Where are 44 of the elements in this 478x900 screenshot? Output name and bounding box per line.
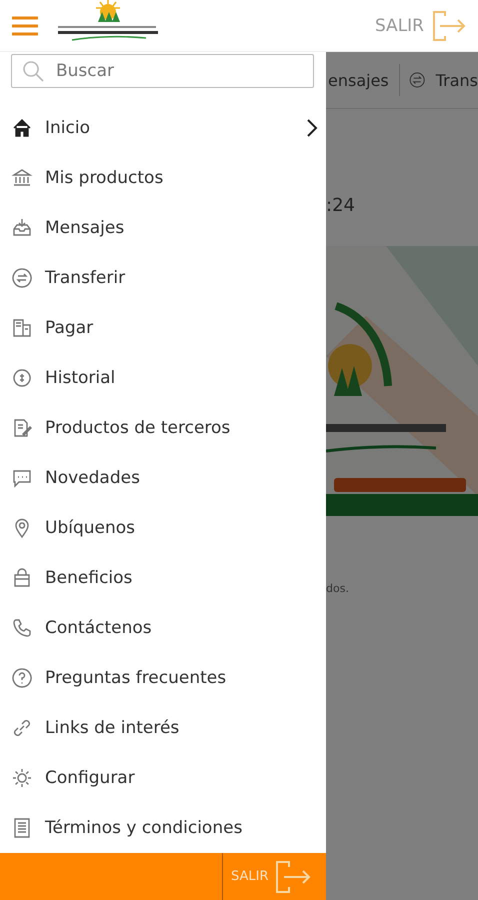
transfer-icon	[11, 267, 33, 289]
gear-icon	[11, 767, 33, 789]
note-text: dos.	[326, 582, 350, 595]
search-field[interactable]: Buscar	[11, 54, 314, 88]
menu-icon[interactable]	[12, 16, 38, 36]
menu-label: Transferir	[45, 268, 126, 288]
menu-item[interactable]: Productos de terceros	[0, 403, 326, 453]
exit-icon	[432, 10, 466, 42]
menu-label: Novedades	[45, 468, 140, 488]
menu-label: Historial	[45, 368, 116, 388]
time-text: :24	[326, 195, 356, 216]
phone-icon	[11, 617, 33, 639]
question-icon	[11, 667, 33, 689]
menu-item[interactable]: Mis productos	[0, 153, 326, 203]
menu-label: Links de interés	[45, 718, 180, 738]
menu-item[interactable]: Inicio	[0, 103, 326, 153]
menu-item[interactable]: Novedades	[0, 453, 326, 503]
menu-label: Contáctenos	[45, 618, 152, 638]
menu-label: Ubíquenos	[45, 518, 136, 538]
menu-item[interactable]: Mensajes	[0, 203, 326, 253]
menu-label: Beneficios	[45, 568, 132, 588]
menu-label: Inicio	[45, 118, 90, 138]
menu-item[interactable]: Links de interés	[0, 703, 326, 753]
menu-label: Pagar	[45, 318, 94, 338]
tab-label[interactable]: ensajes	[328, 70, 389, 90]
menu-label: Configurar	[45, 768, 135, 788]
menu-label: Preguntas frecuentes	[45, 668, 226, 688]
menu-item[interactable]: Historial	[0, 353, 326, 403]
menu-item[interactable]: Contáctenos	[0, 603, 326, 653]
menu-label: Términos y condiciones	[45, 818, 242, 838]
menu-item[interactable]: Preguntas frecuentes	[0, 653, 326, 703]
menu-item[interactable]: Pagar	[0, 303, 326, 353]
house-icon	[11, 117, 33, 139]
exit-icon	[274, 860, 310, 894]
menu-item[interactable]: Beneficios	[0, 553, 326, 603]
menu-item[interactable]: Términos y condiciones	[0, 803, 326, 853]
menu-item[interactable]: Ubíquenos	[0, 503, 326, 553]
menu-item[interactable]: Configurar	[0, 753, 326, 803]
menu-label: Mensajes	[45, 218, 124, 238]
menu-item[interactable]: Transferir	[0, 253, 326, 303]
link-icon	[11, 717, 33, 739]
menu-label: Productos de terceros	[45, 418, 230, 438]
tab-label[interactable]: Trans	[436, 70, 478, 90]
menu-label: Mis productos	[45, 168, 164, 188]
